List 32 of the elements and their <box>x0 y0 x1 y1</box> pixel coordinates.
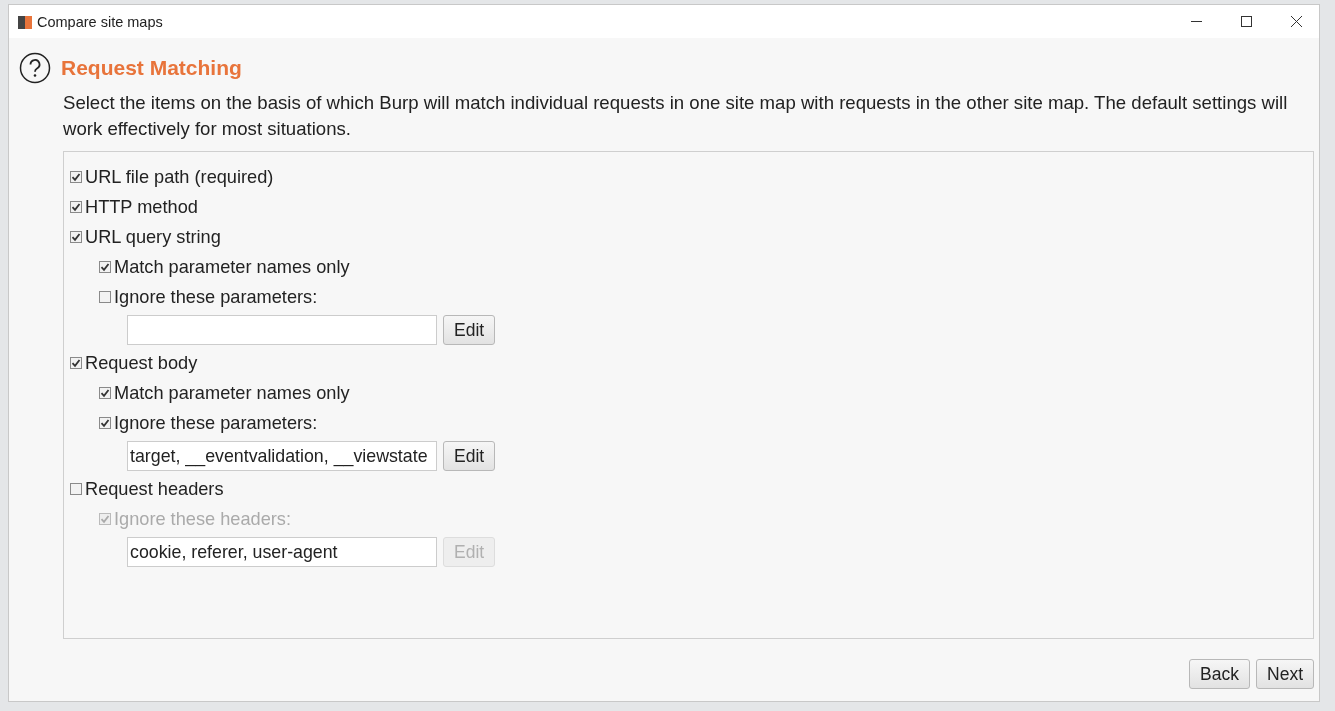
back-button[interactable]: Back <box>1189 659 1250 689</box>
checkbox[interactable] <box>99 417 111 429</box>
minimize-icon[interactable] <box>1190 20 1202 23</box>
checkbox[interactable] <box>70 357 82 369</box>
checkbox[interactable] <box>70 483 82 495</box>
next-button[interactable]: Next <box>1256 659 1314 689</box>
checkbox[interactable] <box>99 261 111 273</box>
checkbox-label[interactable]: URL file path (required) <box>85 166 274 188</box>
help-icon[interactable] <box>19 52 51 84</box>
input-field[interactable]: target, __eventvalidation, __viewstate <box>127 441 437 471</box>
close-icon[interactable] <box>1290 16 1302 27</box>
checkbox-label[interactable]: Ignore these parameters: <box>114 286 318 308</box>
checkbox[interactable] <box>99 291 111 303</box>
description-text: Select the items on the basis of which Burp will match individual requests in one site map with requests in the other site map. The default settings will work effectively for most situations. <box>63 91 1289 141</box>
checkbox-label[interactable]: Match parameter names only <box>114 382 350 404</box>
window-title: Compare site maps <box>37 13 164 30</box>
section-heading: Request Matching <box>61 56 242 80</box>
checkbox[interactable] <box>70 231 82 243</box>
checkbox-label[interactable]: Request body <box>85 352 198 374</box>
checkbox-label[interactable]: Request headers <box>85 478 224 500</box>
checkbox[interactable] <box>70 201 82 213</box>
checkbox[interactable] <box>70 171 82 183</box>
checkbox-label[interactable]: Match parameter names only <box>114 256 350 278</box>
edit-button[interactable]: Edit <box>443 441 496 471</box>
app-icon <box>17 13 33 30</box>
input-field[interactable] <box>127 315 437 345</box>
checkbox-label[interactable]: Ignore these parameters: <box>114 412 318 434</box>
maximize-icon[interactable] <box>1240 16 1252 27</box>
checkbox-label[interactable]: URL query string <box>85 226 221 248</box>
checkbox-label[interactable]: HTTP method <box>85 196 198 218</box>
edit-button[interactable]: Edit <box>443 315 496 345</box>
checkbox[interactable] <box>99 387 111 399</box>
